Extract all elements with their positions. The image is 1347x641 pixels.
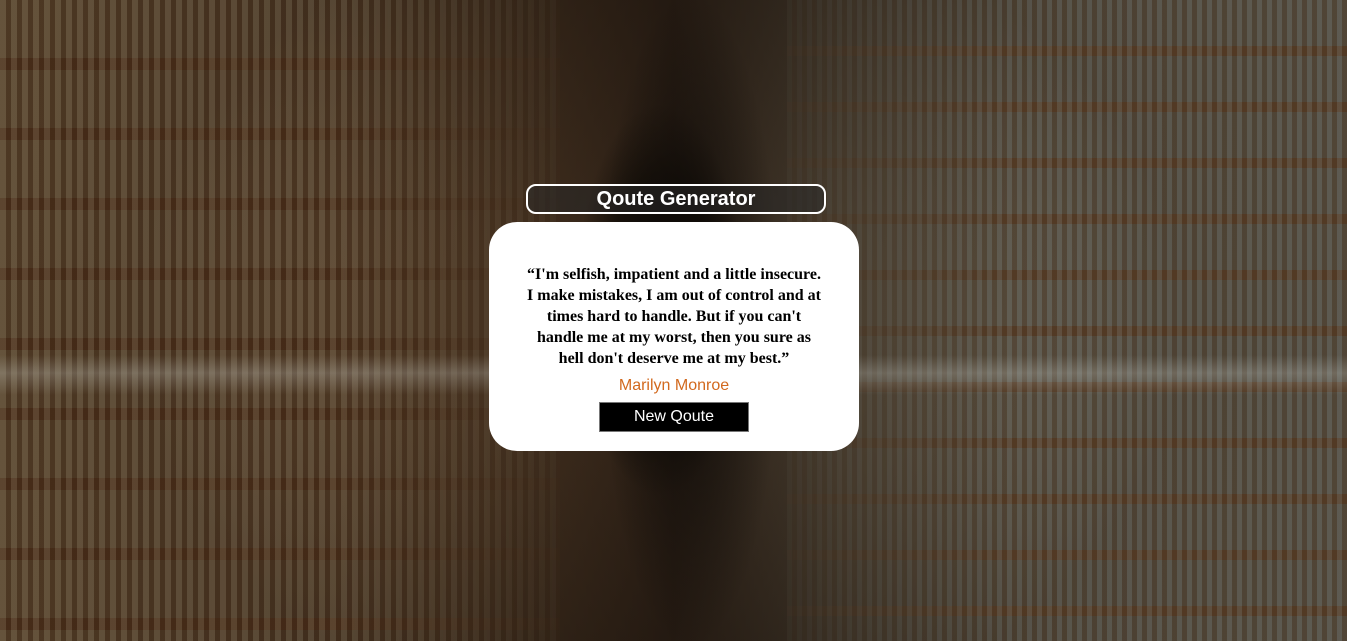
new-quote-button[interactable]: New Qoute — [599, 402, 749, 432]
quote-card: “I'm selfish, impatient and a little ins… — [489, 222, 859, 451]
bookshelves-right — [787, 0, 1347, 641]
page-title: Qoute Generator — [526, 184, 826, 214]
quote-text: “I'm selfish, impatient and a little ins… — [527, 266, 821, 367]
quote-author: Marilyn Monroe — [618, 377, 730, 394]
bookshelves-left — [0, 0, 560, 641]
